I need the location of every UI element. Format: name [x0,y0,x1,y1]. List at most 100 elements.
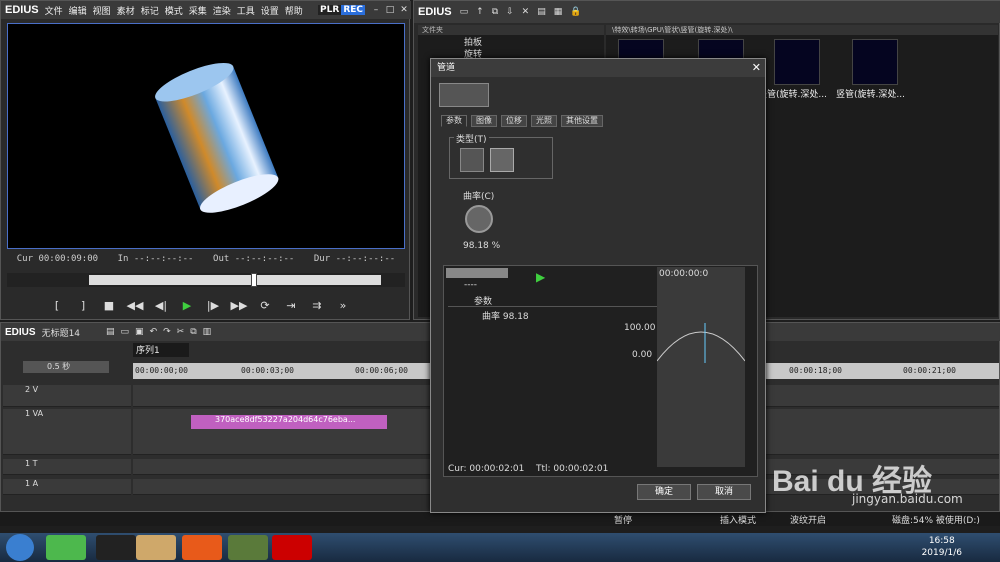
scrub-range[interactable] [89,275,381,285]
copy-icon[interactable]: ⧉ [492,7,498,17]
menu-tools[interactable]: 工具 [237,4,255,17]
minimize-icon[interactable]: – [369,3,383,17]
tab-lighting[interactable]: 光照 [531,115,557,127]
save-icon[interactable]: ▣ [135,327,144,337]
paste-icon[interactable]: ▥ [203,327,212,337]
effect-thumbnail[interactable] [852,39,898,85]
taskbar-app[interactable] [46,535,86,560]
open-icon[interactable]: ▭ [121,327,130,337]
menu-edit[interactable]: 编辑 [69,4,87,17]
folder-item[interactable]: 拍板 [418,35,604,48]
rec-toggle[interactable]: REC [341,5,365,15]
tab-position[interactable]: 位移 [501,115,527,127]
ruler-tick: 00:00:18;00 [789,366,842,375]
menu-settings[interactable]: 设置 [261,4,279,17]
ok-button[interactable]: 确定 [637,484,691,500]
kf-slider[interactable] [446,268,508,278]
taskbar-app[interactable] [228,535,268,560]
import-icon[interactable]: ⇩ [506,7,514,17]
insert-to-timeline-icon[interactable]: ⇥ [281,299,301,312]
taskbar-app[interactable] [272,535,312,560]
tab-sequence1[interactable]: 序列1 [133,343,189,357]
ruler-tick: 00:00:03;00 [241,366,294,375]
undo-icon[interactable]: ↶ [150,327,158,337]
zoom-selector[interactable]: 0.5 秒 [23,361,109,373]
play-icon[interactable]: ▶ [177,299,197,312]
pipe-effect-preview [155,62,279,213]
start-button[interactable] [6,534,34,561]
kf-row-params[interactable]: 参数 [448,294,666,307]
tab-image[interactable]: 图像 [471,115,497,127]
menu-mode[interactable]: 模式 [165,4,183,17]
lock-icon[interactable]: 🔒 [570,7,581,17]
bin-logo: EDIUS [418,6,452,18]
folder-icon[interactable]: ▭ [460,7,469,17]
set-out-icon[interactable]: ] [73,299,93,312]
kf-dropdown[interactable]: ---- [464,280,477,290]
close-icon[interactable]: ✕ [397,3,411,17]
menu-clip[interactable]: 素材 [117,4,135,17]
set-in-icon[interactable]: [ [47,299,67,312]
dialog-title: 管道 [431,59,765,77]
copy-clip-icon[interactable]: ⧉ [190,327,196,337]
effect-thumbnail[interactable] [774,39,820,85]
cancel-button[interactable]: 取消 [697,484,751,500]
status-bar: 暂停 插入模式 波纹开启 磁盘:54% 被使用(D:) [0,512,1000,526]
keyframe-graph[interactable]: 00:00:00:0 [657,267,745,467]
track-header-1t[interactable]: 1 T [3,459,131,475]
timeline-logo: EDIUS [5,326,36,338]
close-icon[interactable]: ✕ [752,61,761,74]
timeline-clip[interactable]: 370ace8df53227a204d64c76eba... [191,415,387,429]
scrub-bar[interactable] [7,273,405,287]
new-sequence-icon[interactable]: ▤ [106,327,115,337]
maximize-icon[interactable]: □ [383,3,397,17]
properties-icon[interactable]: ▤ [537,7,546,17]
tab-other-settings[interactable]: 其他设置 [561,115,603,127]
menu-marker[interactable]: 标记 [141,4,159,17]
effect-mode-icons[interactable] [439,83,489,107]
vertical-type-button[interactable] [490,148,514,172]
step-forward-icon[interactable]: |▶ [203,299,223,312]
breadcrumb: \特效\转场\GPU\管状\竖管(旋转.深处)\ [606,25,998,35]
plr-toggle[interactable]: PLR [318,5,342,15]
step-back-icon[interactable]: ◀| [151,299,171,312]
up-icon[interactable]: ↑ [476,7,484,17]
stop-icon[interactable]: ■ [99,299,119,312]
clock[interactable]: 16:58 2019/1/6 [922,535,962,559]
out-timecode: Out --:--:--:-- [213,254,295,264]
ruler-tick: 00:00:21;00 [903,366,956,375]
menu-help[interactable]: 帮助 [285,4,303,17]
menu-view[interactable]: 视图 [93,4,111,17]
playhead-handle[interactable] [251,273,257,287]
taskbar-app[interactable] [136,535,176,560]
status-pause: 暂停 [614,516,633,526]
track-header-2v[interactable]: 2 V [3,385,131,407]
tab-params[interactable]: 参数 [441,115,467,127]
status-insert-mode[interactable]: 插入模式 [720,513,756,526]
kf-row-curvature[interactable]: 曲率 98.18 [448,309,666,322]
loop-icon[interactable]: ⟳ [255,299,275,312]
type-label: 类型(T) [454,132,489,145]
rewind-icon[interactable]: ◀◀ [125,299,145,312]
menu-file[interactable]: 文件 [45,4,63,17]
redo-icon[interactable]: ↷ [163,327,171,337]
overwrite-to-timeline-icon[interactable]: ⇉ [307,299,327,312]
track-header-1a[interactable]: 1 A [3,479,131,495]
curvature-label: 曲率(C) [463,192,495,202]
cut-icon[interactable]: ✂ [177,327,185,337]
fast-forward-icon[interactable]: ▶▶ [229,299,249,312]
menu-render[interactable]: 渲染 [213,4,231,17]
view-icon[interactable]: ▦ [554,7,563,17]
taskbar-app[interactable] [182,535,222,560]
more-icon[interactable]: » [333,299,353,312]
delete-icon[interactable]: ✕ [522,7,530,17]
track-header-1va[interactable]: 1 VA [3,409,131,455]
taskbar-app[interactable] [96,535,136,560]
horizontal-type-button[interactable] [460,148,484,172]
watermark-url: jingyan.baidu.com [852,492,963,506]
play-icon[interactable]: ▶ [536,270,545,284]
status-ripple[interactable]: 波纹开启 [790,513,826,526]
menu-capture[interactable]: 采集 [189,4,207,17]
ruler-tick: 00:00:06;00 [355,366,408,375]
curvature-knob[interactable] [465,205,493,233]
